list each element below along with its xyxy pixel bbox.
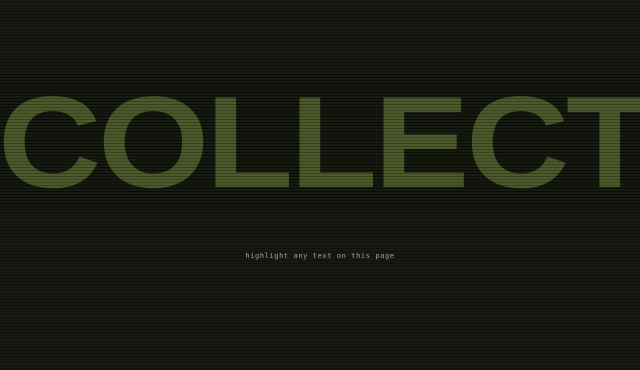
hint-text[interactable]: highlight any text on this page (0, 252, 640, 260)
page-canvas: COLLECT highlight any text on this page (0, 0, 640, 370)
hero-word[interactable]: COLLECT (0, 72, 640, 212)
